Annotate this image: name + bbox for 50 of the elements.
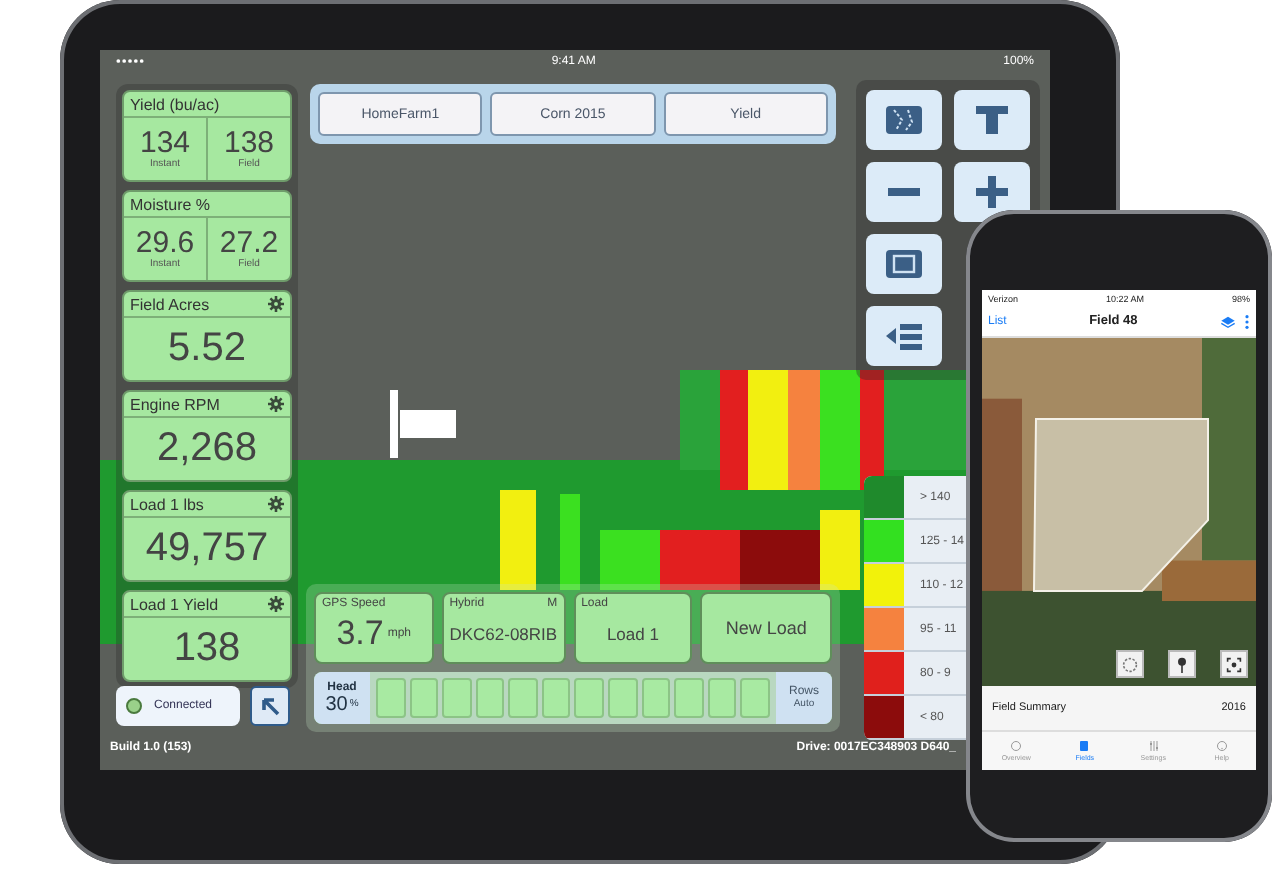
sliders-icon bbox=[1147, 740, 1160, 752]
new-load-button[interactable]: New Load bbox=[700, 592, 833, 664]
implement-icon bbox=[972, 104, 1012, 136]
pin-icon bbox=[1174, 656, 1190, 674]
circle-icon bbox=[1122, 656, 1138, 674]
field-map-button[interactable] bbox=[866, 90, 942, 150]
locate-button[interactable] bbox=[1220, 650, 1248, 678]
metric-value: 138 bbox=[173, 626, 241, 672]
settings-icon[interactable] bbox=[268, 396, 284, 412]
metric-value: 5.52 bbox=[168, 326, 246, 372]
frame-icon bbox=[884, 248, 924, 280]
metric-value: 49,757 bbox=[145, 526, 269, 572]
card-title: Yield (bu/ac) bbox=[130, 95, 220, 113]
card-value: DKC62-08RIB bbox=[449, 624, 558, 644]
layers-button[interactable] bbox=[866, 306, 942, 366]
metric-value: 138 bbox=[223, 128, 275, 158]
card-value: 3.7 bbox=[336, 614, 384, 654]
head-value: 30 bbox=[325, 693, 348, 715]
implement-button[interactable] bbox=[954, 90, 1030, 150]
card-value: Load 1 bbox=[606, 624, 659, 644]
pin-button[interactable] bbox=[1168, 650, 1196, 678]
metric-value: 29.6 bbox=[135, 228, 195, 258]
arrow-icon bbox=[258, 694, 282, 718]
signal-icon bbox=[116, 58, 144, 64]
map-icon bbox=[884, 104, 924, 136]
document-icon bbox=[1078, 740, 1091, 752]
more-icon[interactable] bbox=[1244, 313, 1250, 329]
card-title: Field Acres bbox=[130, 295, 210, 313]
combine-icon bbox=[390, 390, 456, 458]
focus-icon bbox=[1226, 656, 1242, 674]
card-title: Load 1 lbs bbox=[130, 495, 204, 513]
lasso-button[interactable] bbox=[1116, 650, 1144, 678]
card-title: Load 1 Yield bbox=[130, 595, 219, 613]
layers-icon[interactable] bbox=[1220, 313, 1236, 329]
metric-value: 134 bbox=[139, 128, 191, 158]
list-icon bbox=[884, 320, 924, 352]
help-icon bbox=[1215, 740, 1228, 752]
settings-icon[interactable] bbox=[268, 296, 284, 312]
zoom-in-button[interactable] bbox=[954, 162, 1030, 222]
settings-icon[interactable] bbox=[268, 596, 284, 612]
plus-icon bbox=[972, 176, 1012, 208]
fit-view-button[interactable] bbox=[866, 234, 942, 294]
circle-icon bbox=[1010, 740, 1023, 752]
card-title: Moisture % bbox=[130, 195, 211, 213]
card-title: Engine RPM bbox=[130, 395, 220, 413]
zoom-out-button[interactable] bbox=[866, 162, 942, 222]
expand-button[interactable] bbox=[250, 686, 290, 726]
metric-value: 27.2 bbox=[219, 228, 279, 258]
metric-value: 2,268 bbox=[156, 426, 258, 472]
settings-icon[interactable] bbox=[268, 496, 284, 512]
